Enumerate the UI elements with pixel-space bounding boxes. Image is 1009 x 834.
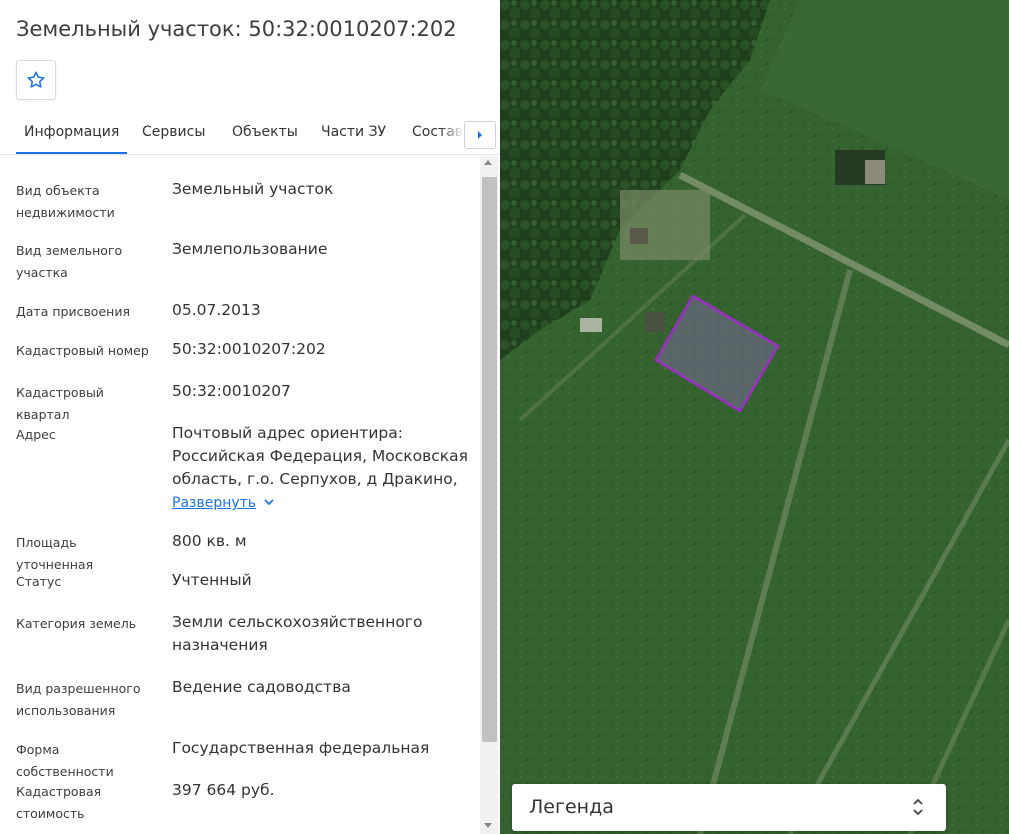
tab-overflow-fade <box>440 112 464 154</box>
chevron-up-down-icon[interactable] <box>912 797 924 817</box>
field-label: Вид объекта недвижимости <box>16 183 115 220</box>
page-title: Земельный участок: 50:32:0010207:202 <box>16 17 457 41</box>
info-panel: Земельный участок: 50:32:0010207:202 Инф… <box>0 0 500 834</box>
expand-label[interactable]: Развернуть <box>172 495 256 511</box>
field-value: Землепользование <box>172 240 328 258</box>
satellite-imagery <box>500 0 1009 834</box>
field-label: Дата присвоения <box>16 304 130 319</box>
scrollbar-thumb[interactable] <box>482 177 497 742</box>
field-value: Земельный участок <box>172 180 334 198</box>
caret-right-icon <box>478 131 482 139</box>
field-value-address: Почтовый адрес ориентира: Российская Фед… <box>172 422 472 513</box>
scroll-up-arrow-icon[interactable] <box>484 160 492 165</box>
field-label: Категория земель <box>16 616 137 631</box>
field-value: 397 664 руб. <box>172 781 275 799</box>
field-value: 50:32:0010207 <box>172 382 291 400</box>
field-label: Кадастровый номер <box>16 343 149 358</box>
star-outline-icon <box>27 71 45 88</box>
field-label: Площадь уточненная <box>16 535 94 572</box>
field-value: Земли сельскохозяйственного назначения <box>172 613 423 654</box>
tab-information[interactable]: Информация <box>15 124 128 154</box>
field-label: Статус <box>16 574 62 589</box>
field-value: Учтенный <box>172 571 252 589</box>
satellite-map[interactable] <box>500 0 1009 834</box>
tab-parts[interactable]: Части ЗУ <box>321 124 386 140</box>
address-text: Почтовый адрес ориентира: Российская Фед… <box>172 424 468 488</box>
scroll-down-arrow-icon[interactable] <box>484 823 492 828</box>
field-label: Вид разрешенного использования <box>16 681 141 718</box>
expand-link[interactable]: Развернуть <box>172 492 472 513</box>
field-label: Форма собственности <box>16 742 114 779</box>
field-label: Кадастровый квартал <box>16 385 104 422</box>
chevron-down-icon <box>264 499 274 506</box>
favorite-button[interactable] <box>16 60 56 100</box>
field-value: 50:32:0010207:202 <box>172 340 326 358</box>
field-value: 800 кв. м <box>172 532 247 550</box>
legend-label: Легенда <box>529 796 614 818</box>
tab-bar: Информация Сервисы Объекты Части ЗУ Сост… <box>0 112 500 155</box>
tab-scroll-right-button[interactable] <box>464 121 496 149</box>
field-label: Кадастровая стоимость <box>16 784 102 821</box>
field-value: Государственная федеральная <box>172 739 430 757</box>
field-value: 05.07.2013 <box>172 301 261 319</box>
field-label: Вид земельного участка <box>16 243 123 280</box>
tab-services[interactable]: Сервисы <box>142 124 205 140</box>
field-label: Адрес <box>16 427 56 442</box>
field-value: Ведение садоводства <box>172 678 351 696</box>
tab-objects[interactable]: Объекты <box>232 124 298 140</box>
legend-panel[interactable]: Легенда <box>512 784 946 831</box>
